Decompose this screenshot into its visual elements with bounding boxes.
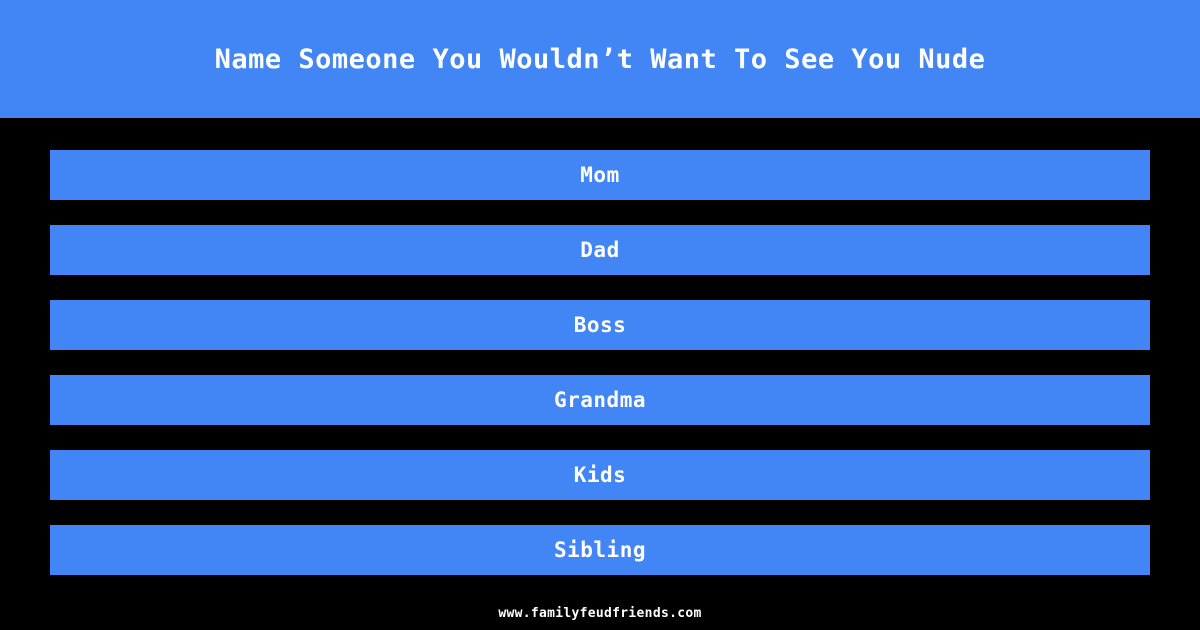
answer-row-3[interactable]: Boss [50, 300, 1150, 350]
site-url-label: www.familyfeudfriends.com [498, 605, 702, 621]
footer: www.familyfeudfriends.com [0, 596, 1200, 630]
answer-label: Kids [573, 462, 627, 487]
answer-row-1[interactable]: Mom [50, 150, 1150, 200]
answer-row-6[interactable]: Sibling [50, 525, 1150, 575]
answer-row-2[interactable]: Dad [50, 225, 1150, 275]
answer-row-4[interactable]: Grandma [50, 375, 1150, 425]
family-feud-answer-card: Name Someone You Wouldn’t Want To See Yo… [0, 0, 1200, 630]
answer-label: Grandma [553, 387, 646, 412]
answer-list: Mom Dad Boss Grandma Kids Sibling [50, 150, 1150, 575]
question-header: Name Someone You Wouldn’t Want To See Yo… [0, 0, 1200, 118]
answer-label: Sibling [553, 537, 646, 562]
page-title: Name Someone You Wouldn’t Want To See Yo… [214, 43, 986, 75]
answer-label: Boss [573, 312, 627, 337]
answer-row-5[interactable]: Kids [50, 450, 1150, 500]
answer-label: Dad [580, 237, 620, 262]
answer-label: Mom [580, 162, 620, 187]
